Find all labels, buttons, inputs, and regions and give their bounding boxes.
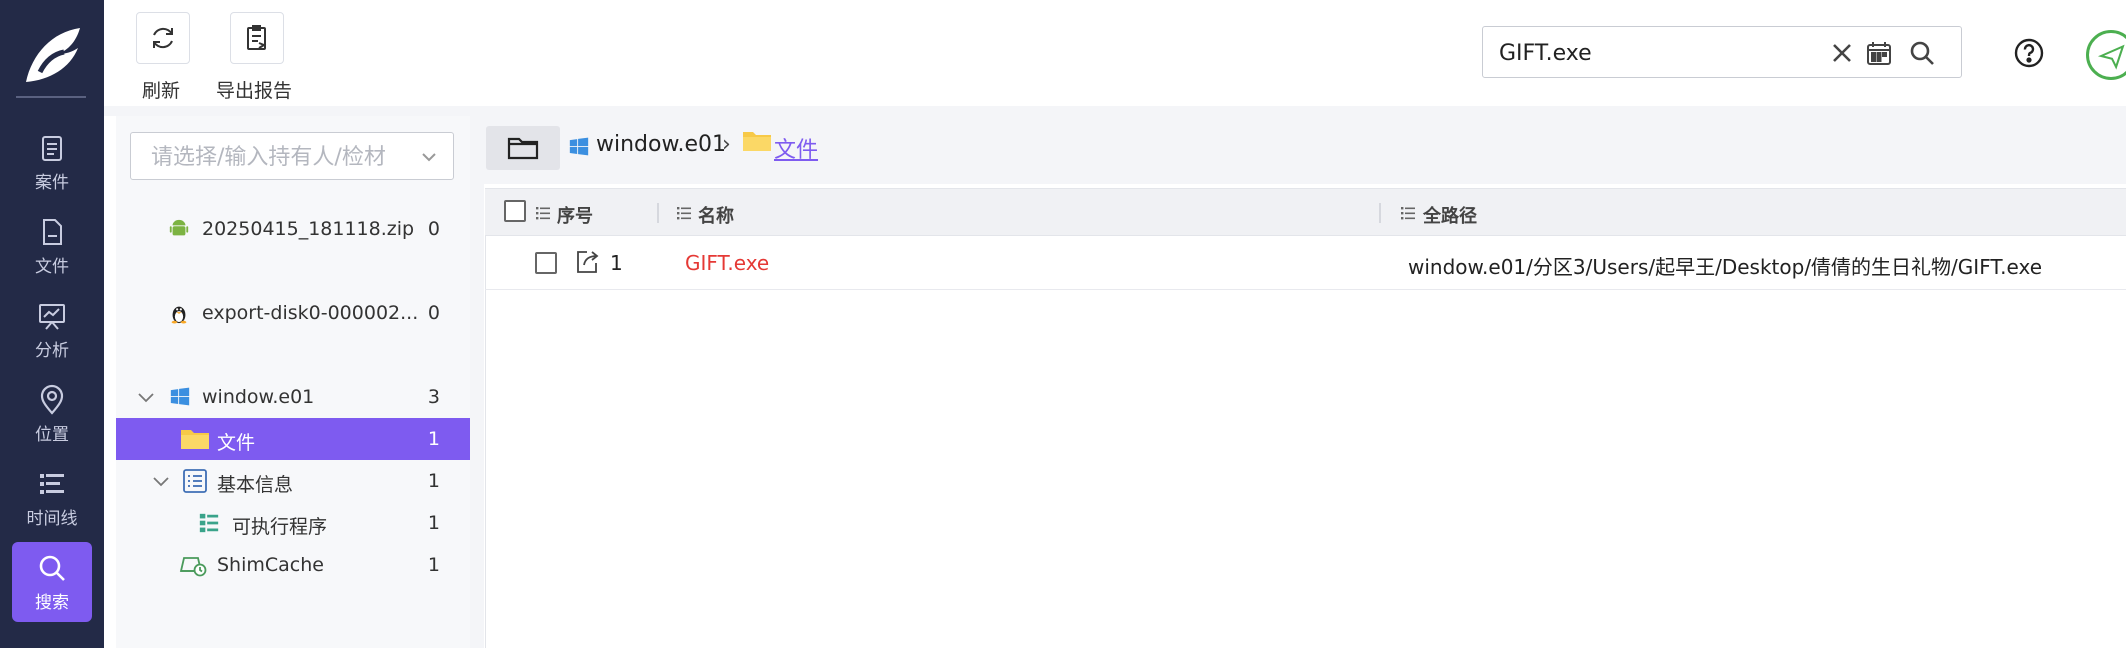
help-icon[interactable] — [2013, 37, 2045, 69]
tree-item-label: export-disk0-000002... — [202, 302, 419, 324]
nav-item-search[interactable]: 搜索 — [12, 542, 92, 622]
status-indicator[interactable] — [2086, 30, 2126, 80]
tree-item-executables[interactable]: 可执行程序 1 — [116, 502, 470, 544]
column-divider — [1379, 203, 1381, 223]
tree-item-count: 1 — [427, 512, 440, 534]
chart-board-icon — [39, 303, 65, 330]
nav-label: 案件 — [35, 172, 69, 193]
column-header-path[interactable]: 全路径 — [1423, 202, 1477, 228]
tree-item-files[interactable]: 文件 1 — [116, 418, 470, 460]
chevron-down-icon — [422, 153, 436, 162]
nav-label: 位置 — [35, 424, 69, 445]
results-table-body — [485, 236, 2126, 648]
folder-view-button[interactable] — [486, 126, 560, 170]
search-input[interactable] — [1499, 37, 1829, 69]
file-icon — [43, 218, 62, 245]
tree-item-disk[interactable]: export-disk0-000002... 0 — [116, 292, 470, 334]
tree-item-count: 3 — [427, 386, 440, 408]
tree-item-count: 0 — [427, 218, 440, 240]
nav-item-analysis[interactable]: 分析 — [12, 290, 92, 370]
tree-item-window-e01[interactable]: window.e01 3 — [116, 376, 470, 418]
tree-item-count: 1 — [427, 554, 440, 576]
search-icon — [39, 555, 65, 581]
clipboard-icon — [42, 135, 62, 161]
windows-icon — [569, 137, 589, 156]
breadcrumb-root[interactable]: window.e01 — [596, 132, 726, 157]
tree-item-label: ShimCache — [217, 554, 324, 576]
windows-icon — [170, 387, 190, 406]
column-header-index[interactable]: 序号 — [557, 202, 593, 228]
folder-icon — [181, 430, 209, 449]
chevron-down-icon[interactable] — [136, 387, 156, 407]
export-report-button[interactable] — [230, 12, 284, 64]
info-list-icon — [183, 469, 207, 493]
tree-item-label: 可执行程序 — [232, 516, 328, 538]
nav-label: 分析 — [35, 340, 69, 361]
column-menu-icon[interactable] — [535, 205, 551, 221]
holder-select-input[interactable] — [151, 141, 413, 173]
tree-item-shimcache[interactable]: ShimCache 1 — [116, 544, 470, 586]
column-divider — [657, 203, 659, 223]
column-header-name[interactable]: 名称 — [698, 202, 734, 228]
timeline-icon — [40, 473, 64, 494]
search-submit-icon[interactable] — [1908, 39, 1936, 67]
refresh-button[interactable] — [136, 12, 190, 64]
tree-item-count: 1 — [427, 428, 440, 450]
executable-list-icon — [199, 513, 219, 533]
tree-item-count: 0 — [427, 302, 440, 324]
refresh-icon — [153, 27, 173, 49]
chevron-down-icon[interactable] — [151, 471, 171, 491]
refresh-label: 刷新 — [142, 80, 181, 102]
tree-item-label: window.e01 — [202, 386, 315, 408]
nav-item-files[interactable]: 文件 — [12, 206, 92, 286]
tree-item-label: 20250415_181118.zip — [202, 218, 415, 240]
tree-item-count: 1 — [427, 470, 440, 492]
nav-label: 搜索 — [35, 592, 69, 613]
select-all-checkbox[interactable] — [504, 200, 526, 222]
app-logo — [26, 28, 80, 82]
breadcrumb-separator: › — [722, 132, 731, 157]
export-report-label: 导出报告 — [216, 80, 293, 102]
breadcrumb-current[interactable]: 文件 — [774, 132, 818, 164]
nav-label: 时间线 — [26, 508, 78, 529]
tree-item-label: 基本信息 — [217, 474, 294, 496]
calendar-icon[interactable] — [1865, 39, 1893, 67]
nav-item-cases[interactable]: 案件 — [12, 122, 92, 202]
holder-select[interactable] — [130, 132, 454, 180]
shimcache-icon — [179, 557, 207, 577]
top-divider — [104, 106, 2126, 116]
nav-item-timeline[interactable]: 时间线 — [12, 458, 92, 538]
nav-label: 文件 — [35, 256, 69, 277]
folder-outline-icon — [507, 137, 539, 160]
nav-item-location[interactable]: 位置 — [12, 374, 92, 454]
folder-icon — [743, 132, 771, 151]
left-nav: 案件 文件 分析 位置 时间线 搜索 — [0, 0, 104, 648]
clear-icon[interactable] — [1828, 39, 1856, 67]
panel-divider — [470, 116, 484, 648]
open-external-icon[interactable] — [573, 248, 601, 276]
linux-icon — [171, 306, 187, 324]
row-checkbox[interactable] — [535, 252, 557, 274]
tree-item-zip[interactable]: 20250415_181118.zip 0 — [116, 208, 470, 250]
logo-divider — [16, 96, 86, 98]
row-file-name[interactable]: GIFT.exe — [685, 251, 769, 275]
table-header: 序号 名称 全路径 — [485, 188, 2126, 236]
report-export-icon — [247, 25, 267, 50]
android-icon — [169, 219, 189, 236]
column-menu-icon[interactable] — [676, 205, 692, 221]
global-search-box — [1482, 26, 1962, 78]
table-row[interactable]: 1 GIFT.exe window.e01/分区3/Users/起早王/Desk… — [485, 236, 2126, 290]
row-index: 1 — [610, 251, 623, 275]
column-menu-icon[interactable] — [1400, 205, 1416, 221]
tree-item-basic-info[interactable]: 基本信息 1 — [116, 460, 470, 502]
send-icon — [2097, 44, 2125, 70]
row-full-path: window.e01/分区3/Users/起早王/Desktop/倩倩的生日礼物… — [1408, 255, 2043, 279]
tree-item-label: 文件 — [217, 432, 256, 454]
map-pin-icon — [40, 384, 64, 415]
